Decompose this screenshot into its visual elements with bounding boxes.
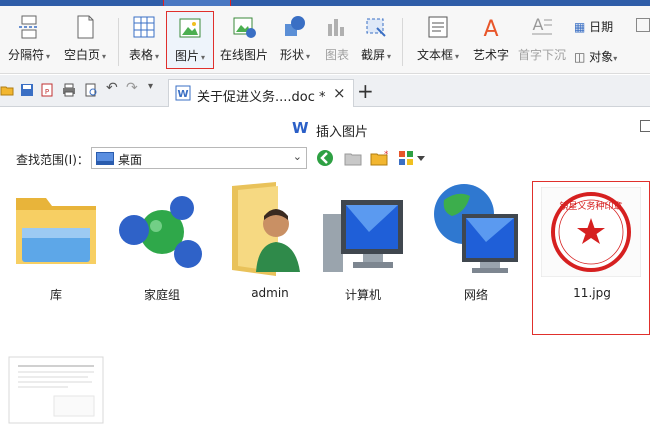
network-icon — [434, 184, 518, 273]
page-break-button[interactable]: 分隔符 ▾ — [4, 14, 54, 70]
save-icon[interactable] — [20, 83, 34, 97]
svg-text:A: A — [483, 17, 498, 40]
wordart-label: 艺术字 — [472, 48, 509, 62]
date-button[interactable]: ▦ 日期 — [574, 18, 613, 35]
insert-picture-dialog-title: W 插入图片 — [0, 108, 650, 144]
desktop-icon — [96, 152, 114, 165]
new-tab-icon[interactable]: + — [357, 79, 374, 103]
table-label: 表格 — [128, 48, 153, 62]
look-in-value: 桌面 — [118, 153, 143, 167]
object-button[interactable]: ◫ 对象▾ — [574, 48, 617, 65]
look-in-bar: 查找范围(I)： 桌面 ⌄ * — [0, 144, 650, 174]
look-in-label: 查找范围(I)： — [16, 153, 89, 167]
ribbon-separator — [402, 18, 403, 66]
file-item-network[interactable]: 网络 — [426, 180, 526, 304]
seal-image-icon: 镜星义务种印章 — [541, 187, 641, 277]
online-picture-icon — [233, 17, 256, 38]
export-pdf-icon[interactable]: P — [40, 83, 54, 97]
back-icon[interactable] — [316, 149, 334, 167]
look-in-combo[interactable]: 桌面 ⌄ — [91, 147, 307, 169]
chevron-down-icon: ⌄ — [292, 150, 302, 163]
shapes-icon — [285, 16, 305, 36]
file-list: 库 家庭组 admin 计算机 网络 镜星义务种印章 11.jpg — [0, 176, 650, 434]
svg-text:P: P — [45, 88, 49, 96]
online-picture-label: 在线图片 — [219, 48, 268, 62]
screenshot-button[interactable]: 截屏 ▾ — [356, 14, 396, 70]
open-folder-icon[interactable] — [0, 83, 14, 97]
ribbon-separator — [118, 18, 119, 66]
page-break-label: 分隔符 — [7, 48, 44, 62]
blank-page-button[interactable]: 空白页 ▾ — [60, 14, 110, 70]
page-break-icon — [19, 15, 39, 39]
picture-button[interactable]: 图片 ▾ — [166, 11, 214, 69]
print-icon[interactable] — [62, 83, 76, 97]
wps-writer-icon: W — [292, 119, 309, 137]
shapes-button[interactable]: 形状 ▾ — [274, 14, 316, 70]
file-item-11-jpg[interactable]: 镜星义务种印章 11.jpg — [532, 181, 650, 335]
word-doc-icon: W — [175, 85, 191, 101]
file-name: 库 — [49, 288, 62, 302]
homegroup-icon — [119, 196, 202, 268]
date-icon: ▦ — [574, 20, 586, 34]
screenshot-label: 截屏 — [360, 48, 385, 62]
document-tab-bar: P ↶ ↷ ▾ W 关于促进义务....doc * × + — [0, 75, 650, 107]
object-icon: ◫ — [574, 50, 586, 64]
file-name: 计算机 — [344, 288, 381, 302]
wordart-icon: A — [483, 17, 498, 40]
insert-ribbon: 分隔符 ▾ 空白页 ▾ 表格 ▾ 图片 ▾ 在线图片 形状 ▾ 图表 截屏 ▾ … — [0, 6, 650, 74]
blank-page-label: 空白页 — [63, 48, 100, 62]
svg-text:W: W — [177, 89, 188, 100]
chart-icon — [328, 19, 344, 36]
file-item-homegroup[interactable]: 家庭组 — [112, 180, 212, 304]
textbox-button[interactable]: 文本框 ▾ — [410, 14, 466, 70]
svg-text:镜星义务种印章: 镜星义务种印章 — [559, 200, 622, 212]
close-tab-icon[interactable]: × — [333, 84, 346, 102]
object-label: 对象 — [589, 50, 614, 64]
textbox-icon — [428, 16, 448, 38]
library-folder-icon — [16, 198, 96, 264]
up-folder-icon[interactable] — [344, 149, 362, 167]
wordart-button[interactable]: A 艺术字 — [470, 14, 512, 70]
dropcap-icon: A — [532, 15, 552, 35]
file-name: 11.jpg — [573, 286, 611, 300]
screenshot-icon — [366, 18, 386, 37]
table-icon — [133, 16, 155, 38]
table-button[interactable]: 表格 ▾ — [124, 14, 164, 70]
file-item-document[interactable] — [8, 356, 108, 426]
quick-access-dropdown-icon[interactable]: ▾ — [148, 81, 153, 92]
dialog-title: 插入图片 — [316, 125, 369, 140]
print-preview-icon[interactable] — [84, 83, 98, 97]
file-name: 网络 — [463, 288, 488, 302]
document-tab[interactable]: W 关于促进义务....doc * × — [168, 79, 354, 107]
file-item-admin[interactable]: admin — [220, 180, 320, 304]
picture-icon — [179, 18, 201, 38]
dropcap-button[interactable]: A 首字下沉 — [514, 14, 570, 70]
online-picture-button[interactable]: 在线图片 — [218, 14, 270, 70]
chart-button[interactable]: 图表 — [320, 14, 354, 70]
redo-icon[interactable]: ↷ — [126, 80, 138, 96]
file-name: admin — [251, 286, 289, 300]
dropcap-label: 首字下沉 — [517, 48, 566, 62]
maximize-icon[interactable] — [640, 120, 650, 132]
new-folder-icon[interactable]: * — [370, 149, 388, 167]
view-menu-icon[interactable] — [398, 149, 426, 167]
date-label: 日期 — [589, 20, 614, 34]
document-thumbnail-icon — [8, 356, 104, 424]
file-item-library[interactable]: 库 — [6, 180, 106, 304]
chart-label: 图表 — [324, 48, 349, 62]
picture-label: 图片 — [174, 49, 199, 63]
document-tab-title: 关于促进义务....doc * — [197, 90, 326, 105]
user-folder-icon — [232, 182, 300, 276]
textbox-label: 文本框 — [416, 48, 453, 62]
file-name: 家庭组 — [143, 288, 180, 302]
undo-icon[interactable]: ↶ — [106, 80, 118, 96]
blank-page-icon — [77, 15, 94, 39]
computer-icon — [323, 200, 403, 272]
file-item-computer[interactable]: 计算机 — [313, 180, 413, 304]
shapes-label: 形状 — [279, 48, 304, 62]
partial-icon-right — [636, 18, 650, 32]
svg-text:*: * — [384, 150, 388, 160]
svg-text:A: A — [533, 15, 544, 34]
